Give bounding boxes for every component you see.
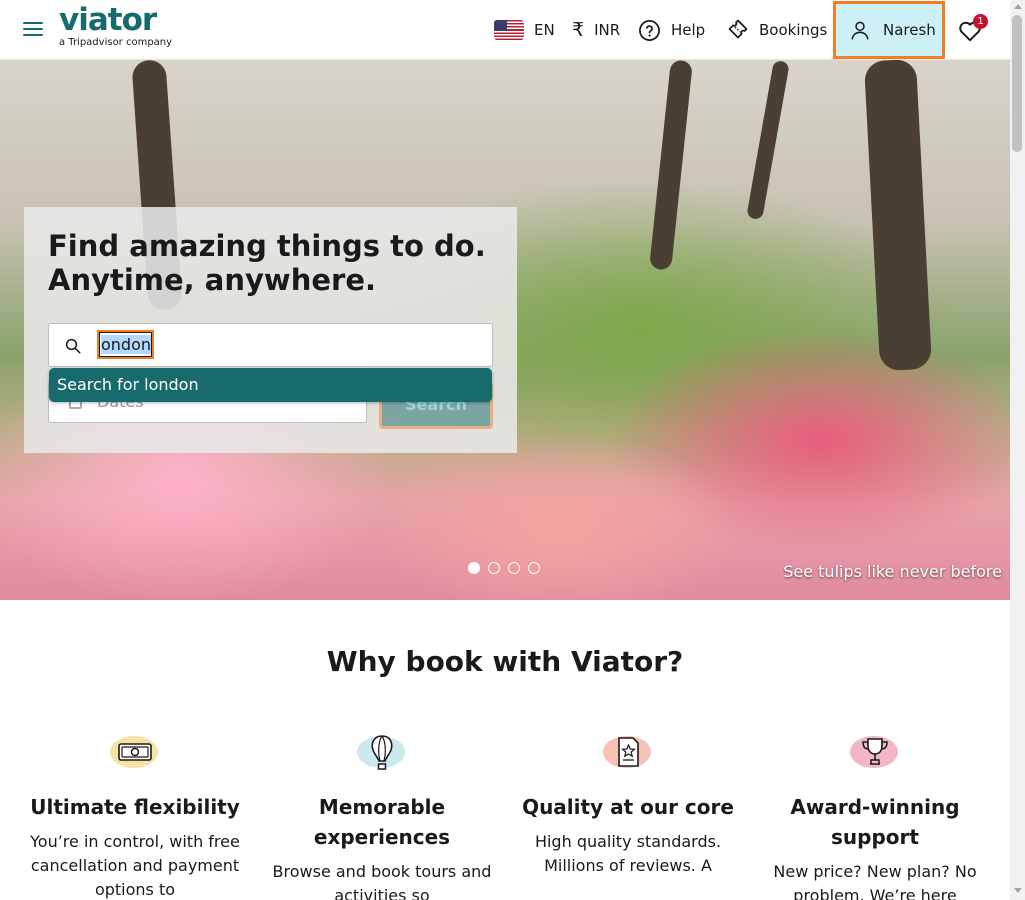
feature-title: Memorable experiences xyxy=(313,795,451,849)
currency-label: INR xyxy=(594,21,621,39)
destination-search-field[interactable]: ondon xyxy=(48,323,493,367)
user-icon xyxy=(851,21,869,40)
carousel-dot-2[interactable] xyxy=(488,562,500,574)
hero-banner: Find amazing things to do. Anytime, anyw… xyxy=(0,60,1010,600)
hero-title-line-1: Find amazing things to do. xyxy=(48,229,486,263)
feature-title: Quality at our core xyxy=(522,795,734,819)
language-selector[interactable]: EN xyxy=(494,0,555,60)
money-icon xyxy=(108,730,162,774)
tree-trunk xyxy=(746,60,790,221)
rupee-icon: ₹ xyxy=(572,19,585,41)
help-label: Help xyxy=(671,21,706,39)
feature-text: Browse and book tours and activities so xyxy=(272,862,492,900)
search-suggestion[interactable]: Search for london xyxy=(49,368,492,402)
user-account-button[interactable]: Naresh xyxy=(833,1,945,59)
help-link[interactable]: Help xyxy=(638,0,705,60)
feature-card: Quality at our core High quality standar… xyxy=(518,730,738,878)
tree-trunk xyxy=(863,60,933,372)
carousel-dots xyxy=(468,562,540,574)
language-label: EN xyxy=(534,21,555,39)
bookings-label: Bookings xyxy=(759,21,828,39)
hero-caption: See tulips like never before xyxy=(783,562,1002,581)
top-header: viator a Tripadvisor company EN ₹ INR He… xyxy=(0,0,1010,60)
carousel-dot-1[interactable] xyxy=(468,562,480,574)
feature-title: Ultimate flexibility xyxy=(30,795,240,819)
wishlist-count-badge: 1 xyxy=(973,14,988,29)
why-book-title: Why book with Viator? xyxy=(326,645,684,678)
bookings-link[interactable]: Bookings xyxy=(725,0,827,60)
quality-badge-icon xyxy=(601,730,655,774)
logo-tagline: a Tripadvisor company xyxy=(59,37,173,48)
hamburger-menu-button[interactable] xyxy=(20,18,46,40)
hero-title: Find amazing things to do. Anytime, anyw… xyxy=(48,229,488,297)
help-circle-icon xyxy=(639,19,660,41)
user-name: Naresh xyxy=(883,21,936,39)
feature-card: Award-winning support New price? New pla… xyxy=(765,730,985,900)
hot-air-balloon-icon xyxy=(355,730,409,774)
hero-title-line-2: Anytime, anywhere. xyxy=(48,263,377,297)
trophy-icon xyxy=(848,730,902,774)
ticket-icon xyxy=(728,19,748,39)
search-input[interactable]: ondon xyxy=(97,330,154,359)
carousel-dot-3[interactable] xyxy=(508,562,520,574)
page-scrollbar[interactable] xyxy=(1010,0,1025,900)
viator-logo[interactable]: viator a Tripadvisor company xyxy=(59,2,172,48)
feature-title: Award-winning support xyxy=(790,795,960,849)
logo-wordmark: viator xyxy=(59,2,157,38)
scrollbar-thumb[interactable] xyxy=(1012,15,1022,152)
scroll-down-arrow-icon[interactable] xyxy=(1014,888,1022,893)
currency-selector[interactable]: ₹ INR xyxy=(572,0,620,60)
feature-text: New price? New plan? No problem. We’re h… xyxy=(773,862,977,900)
scroll-up-arrow-icon[interactable] xyxy=(1014,4,1022,9)
feature-card: Memorable experiences Browse and book to… xyxy=(272,730,492,900)
feature-text: You’re in control, with free cancellatio… xyxy=(30,832,240,899)
carousel-dot-4[interactable] xyxy=(528,562,540,574)
page: viator a Tripadvisor company EN ₹ INR He… xyxy=(0,0,1010,900)
tree-trunk xyxy=(649,60,693,271)
search-panel: Find amazing things to do. Anytime, anyw… xyxy=(24,207,517,453)
feature-card: Ultimate flexibility You’re in control, … xyxy=(25,730,245,900)
us-flag-icon xyxy=(494,20,524,40)
feature-text: High quality standards. Millions of revi… xyxy=(534,832,722,875)
search-icon xyxy=(65,338,81,354)
search-input-selected-text: ondon xyxy=(101,335,152,354)
